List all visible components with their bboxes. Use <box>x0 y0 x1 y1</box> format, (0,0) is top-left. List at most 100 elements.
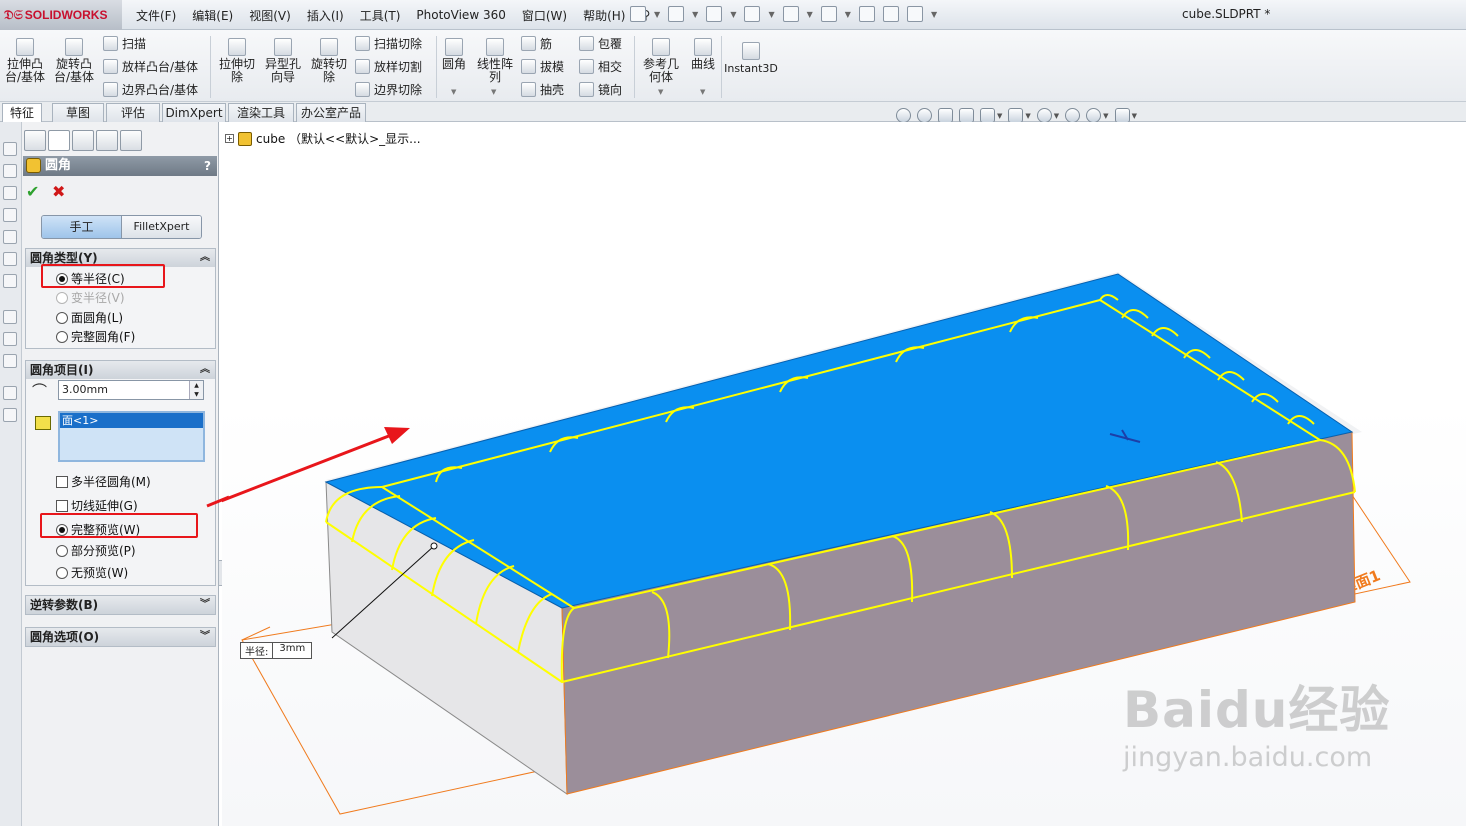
lofted-cut-button[interactable]: 放样切割 <box>355 58 422 75</box>
view-orientation-icon[interactable] <box>980 108 995 123</box>
face-fillet-option[interactable]: 面圆角(L) <box>56 309 123 326</box>
radius-callout[interactable]: 半径: 3mm <box>240 642 313 659</box>
hide-show-dropdown-icon[interactable]: ▼ <box>1054 112 1059 120</box>
sketch-strip-icon[interactable] <box>3 310 17 324</box>
zoom-to-area-icon[interactable] <box>917 108 932 123</box>
tangent-propagation-checkbox[interactable]: 切线延伸(G) <box>56 497 138 514</box>
display-style-icon[interactable] <box>1008 108 1024 123</box>
radius-callout-value[interactable]: 3mm <box>273 643 311 658</box>
open-dropdown-icon[interactable]: ▼ <box>692 10 698 19</box>
radio-button[interactable] <box>56 330 68 343</box>
tab-features[interactable]: 特征 <box>2 103 42 123</box>
expand-chevron-icon[interactable]: ︾ <box>200 628 210 646</box>
filletxpert-mode-button[interactable]: FilletXpert <box>122 216 201 238</box>
loft-strip-icon[interactable] <box>3 208 17 222</box>
pattern-dropdown-icon[interactable]: ▼ <box>491 88 496 96</box>
new-dropdown-icon[interactable]: ▼ <box>654 10 660 19</box>
multi-radius-checkbox[interactable]: 多半径圆角(M) <box>56 473 151 490</box>
select-dropdown-icon[interactable]: ▼ <box>845 10 851 19</box>
save-dropdown-icon[interactable]: ▼ <box>730 10 736 19</box>
no-preview-option[interactable]: 无预览(W) <box>56 564 128 581</box>
menu-edit[interactable]: 编辑(E) <box>184 7 241 24</box>
view-orientation-dropdown-icon[interactable]: ▼ <box>997 112 1002 120</box>
manual-mode-button[interactable]: 手工 <box>42 216 122 238</box>
section-view-icon[interactable] <box>959 108 974 123</box>
select-icon[interactable] <box>820 6 837 22</box>
shape-strip-icon[interactable] <box>3 274 17 288</box>
fillet-dropdown-icon[interactable]: ▼ <box>451 88 456 96</box>
hide-show-items-icon[interactable] <box>1036 108 1052 123</box>
fillet-items-header[interactable]: 圆角项目(I) ︽ <box>26 361 215 379</box>
property-manager-tab-icon[interactable] <box>48 130 70 151</box>
items-to-fillet-list[interactable]: 面<1> <box>58 411 205 462</box>
radius-input[interactable]: 3.00mm ▲ ▼ <box>58 380 204 400</box>
feature-manager-tab-icon[interactable] <box>24 130 46 151</box>
selected-face-item[interactable]: 面<1> <box>60 413 203 428</box>
menu-help[interactable]: 帮助(H) <box>575 7 633 24</box>
help-icon[interactable]: ? <box>204 156 211 176</box>
display-manager-tab-icon[interactable] <box>120 130 142 151</box>
cancel-button[interactable]: ✖ <box>52 182 65 201</box>
revolve-boss-button[interactable]: 旋转凸 台/基体 <box>52 38 96 84</box>
partial-preview-option[interactable]: 部分预览(P) <box>56 542 136 559</box>
menu-insert[interactable]: 插入(I) <box>299 7 352 24</box>
mirror-button[interactable]: 镜向 <box>579 81 622 98</box>
wrap-button[interactable]: 包覆 <box>579 35 622 52</box>
extrude-cut-button[interactable]: 拉伸切 除 <box>216 38 258 84</box>
graphics-area[interactable]: + cube （默认<<默认>_显示... 基准面1 <box>222 122 1466 826</box>
zoom-to-fit-icon[interactable] <box>896 108 911 123</box>
draft-button[interactable]: 拔模 <box>521 58 564 75</box>
relation-strip-icon[interactable] <box>3 354 17 368</box>
open-icon[interactable] <box>668 6 685 22</box>
paste-strip-icon[interactable] <box>3 408 17 422</box>
apply-scene-icon[interactable] <box>1086 108 1102 123</box>
fillet-options-header[interactable]: 圆角选项(O) ︾ <box>26 628 215 646</box>
fillet-button[interactable]: 圆角 <box>440 38 468 71</box>
menu-photoview[interactable]: PhotoView 360 <box>408 8 513 22</box>
radio-button[interactable] <box>56 544 68 557</box>
menu-tools[interactable]: 工具(T) <box>352 7 409 24</box>
expand-chevron-icon[interactable]: ︾ <box>200 596 210 614</box>
shell-button[interactable]: 抽壳 <box>521 81 564 98</box>
swept-cut-button[interactable]: 扫描切除 <box>355 35 422 52</box>
file-properties-icon[interactable] <box>882 6 899 22</box>
menu-view[interactable]: 视图(V) <box>241 7 299 24</box>
curves-button[interactable]: 曲线 <box>688 38 718 71</box>
edit-appearance-icon[interactable] <box>1065 108 1081 123</box>
cut-strip-icon[interactable] <box>3 252 17 266</box>
line-strip-icon[interactable] <box>3 332 17 346</box>
tab-dimxpert[interactable]: DimXpert <box>162 103 226 122</box>
radius-spinner[interactable]: ▲ ▼ <box>189 381 203 399</box>
curves-dropdown-icon[interactable]: ▼ <box>700 88 705 96</box>
intersect-button[interactable]: 相交 <box>579 58 622 75</box>
tab-render-tools[interactable]: 渲染工具 <box>228 103 294 122</box>
print-icon[interactable] <box>744 6 761 22</box>
extrude-strip-icon[interactable] <box>3 142 17 156</box>
previous-view-icon[interactable] <box>938 108 953 123</box>
collapse-chevron-icon[interactable]: ︽ <box>200 361 210 379</box>
rebuild-icon[interactable] <box>858 6 875 22</box>
sweep-button[interactable]: 扫描 <box>103 35 146 52</box>
full-round-fillet-option[interactable]: 完整圆角(F) <box>56 328 135 345</box>
revolve-strip-icon[interactable] <box>3 164 17 178</box>
instant3d-button[interactable]: Instant3D <box>724 42 778 75</box>
loft-boss-button[interactable]: 放样凸台/基体 <box>103 58 198 75</box>
menu-window[interactable]: 窗口(W) <box>514 7 575 24</box>
copy-strip-icon[interactable] <box>3 386 17 400</box>
radio-button[interactable] <box>56 311 68 324</box>
rib-button[interactable]: 筋 <box>521 35 552 52</box>
linear-pattern-button[interactable]: 线性阵 列 <box>474 38 516 84</box>
reference-geometry-button[interactable]: 参考几 何体 <box>640 38 682 84</box>
undo-icon[interactable] <box>782 6 799 22</box>
boundary-cut-button[interactable]: 边界切除 <box>355 81 422 98</box>
undo-dropdown-icon[interactable]: ▼ <box>807 10 813 19</box>
configuration-manager-tab-icon[interactable] <box>72 130 94 151</box>
tab-sketch[interactable]: 草图 <box>52 103 104 122</box>
hole-wizard-button[interactable]: 异型孔 向导 <box>262 38 304 84</box>
options-icon[interactable] <box>906 6 923 22</box>
leader-handle[interactable] <box>430 542 438 550</box>
boundary-strip-icon[interactable] <box>3 230 17 244</box>
tab-office-products[interactable]: 办公室产品 <box>296 103 366 122</box>
dimxpert-manager-tab-icon[interactable] <box>96 130 118 151</box>
boundary-boss-button[interactable]: 边界凸台/基体 <box>103 81 198 98</box>
